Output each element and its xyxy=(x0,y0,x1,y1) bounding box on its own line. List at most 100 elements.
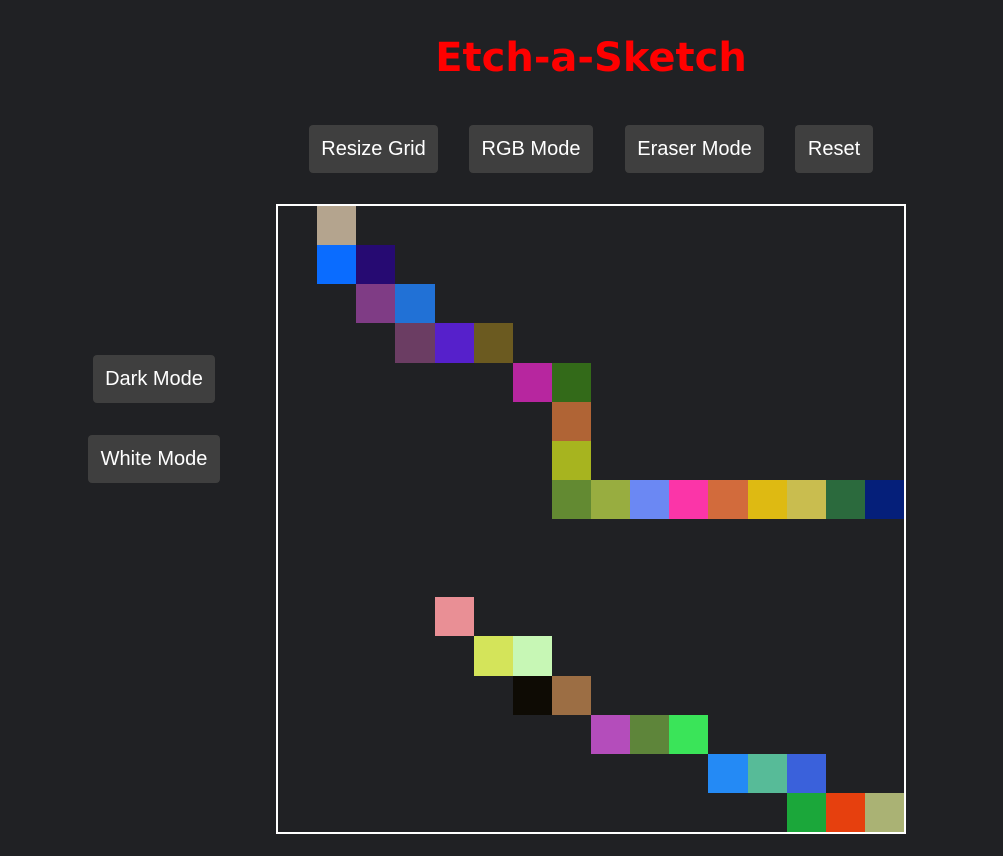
grid-cell[interactable] xyxy=(748,636,787,675)
grid-cell[interactable] xyxy=(317,402,356,441)
grid-cell[interactable] xyxy=(552,323,591,362)
grid-cell[interactable] xyxy=(826,519,865,558)
grid-cell[interactable] xyxy=(512,636,552,676)
grid-cell[interactable] xyxy=(787,597,826,636)
grid-cell[interactable] xyxy=(474,480,513,519)
grid-cell[interactable] xyxy=(356,363,395,402)
grid-cell[interactable] xyxy=(474,363,513,402)
grid-cell[interactable] xyxy=(473,323,513,363)
grid-cell[interactable] xyxy=(669,284,708,323)
grid-cell[interactable] xyxy=(356,323,395,362)
grid-cell[interactable] xyxy=(317,793,356,832)
grid-cell[interactable] xyxy=(435,206,474,245)
grid-cell[interactable] xyxy=(512,675,552,715)
grid-cell[interactable] xyxy=(551,675,591,715)
grid-cell[interactable] xyxy=(748,245,787,284)
grid-cell[interactable] xyxy=(317,754,356,793)
grid-cell[interactable] xyxy=(787,636,826,675)
grid-cell[interactable] xyxy=(591,754,630,793)
grid-cell[interactable] xyxy=(669,519,708,558)
grid-cell[interactable] xyxy=(865,245,904,284)
grid-cell[interactable] xyxy=(787,245,826,284)
grid-cell[interactable] xyxy=(474,402,513,441)
grid-cell[interactable] xyxy=(512,362,552,402)
grid-cell[interactable] xyxy=(748,715,787,754)
grid-cell[interactable] xyxy=(317,206,357,246)
grid-cell[interactable] xyxy=(669,793,708,832)
grid-cell[interactable] xyxy=(865,441,904,480)
grid-cell[interactable] xyxy=(513,323,552,362)
grid-cell[interactable] xyxy=(708,363,747,402)
grid-cell[interactable] xyxy=(708,206,747,245)
grid-cell[interactable] xyxy=(708,245,747,284)
grid-cell[interactable] xyxy=(278,636,317,675)
grid-cell[interactable] xyxy=(748,363,787,402)
grid-cell[interactable] xyxy=(591,323,630,362)
grid-cell[interactable] xyxy=(630,441,669,480)
grid-cell[interactable] xyxy=(825,479,865,519)
grid-cell[interactable] xyxy=(356,519,395,558)
grid-cell[interactable] xyxy=(356,793,395,832)
grid-cell[interactable] xyxy=(513,558,552,597)
grid-cell[interactable] xyxy=(591,519,630,558)
grid-cell[interactable] xyxy=(865,284,904,323)
grid-cell[interactable] xyxy=(513,245,552,284)
grid-cell[interactable] xyxy=(513,206,552,245)
grid-cell[interactable] xyxy=(317,715,356,754)
grid-cell[interactable] xyxy=(708,519,747,558)
grid-cell[interactable] xyxy=(865,519,904,558)
grid-cell[interactable] xyxy=(552,519,591,558)
grid-cell[interactable] xyxy=(552,206,591,245)
grid-cell[interactable] xyxy=(708,558,747,597)
grid-cell[interactable] xyxy=(591,363,630,402)
grid-cell[interactable] xyxy=(748,793,787,832)
grid-cell[interactable] xyxy=(395,558,434,597)
eraser-mode-button[interactable]: Eraser Mode xyxy=(625,125,764,173)
grid-cell[interactable] xyxy=(513,597,552,636)
grid-cell[interactable] xyxy=(826,558,865,597)
grid-cell[interactable] xyxy=(395,715,434,754)
grid-cell[interactable] xyxy=(317,597,356,636)
grid-cell[interactable] xyxy=(551,440,591,480)
grid-cell[interactable] xyxy=(669,206,708,245)
grid-cell[interactable] xyxy=(356,480,395,519)
grid-cell[interactable] xyxy=(434,597,474,637)
grid-cell[interactable] xyxy=(748,441,787,480)
grid-cell[interactable] xyxy=(395,323,435,363)
grid-cell[interactable] xyxy=(630,519,669,558)
grid-cell[interactable] xyxy=(708,284,747,323)
grid-cell[interactable] xyxy=(826,441,865,480)
grid-cell[interactable] xyxy=(591,597,630,636)
grid-cell[interactable] xyxy=(474,284,513,323)
grid-cell[interactable] xyxy=(787,323,826,362)
grid-cell[interactable] xyxy=(708,441,747,480)
grid-cell[interactable] xyxy=(278,558,317,597)
grid-cell[interactable] xyxy=(708,323,747,362)
grid-cell[interactable] xyxy=(591,441,630,480)
grid-cell[interactable] xyxy=(474,715,513,754)
grid-cell[interactable] xyxy=(630,636,669,675)
grid-cell[interactable] xyxy=(435,363,474,402)
grid-cell[interactable] xyxy=(435,245,474,284)
grid-cell[interactable] xyxy=(787,676,826,715)
grid-cell[interactable] xyxy=(317,245,357,285)
grid-cell[interactable] xyxy=(865,206,904,245)
grid-cell[interactable] xyxy=(669,636,708,675)
grid-cell[interactable] xyxy=(865,402,904,441)
grid-cell[interactable] xyxy=(787,441,826,480)
grid-cell[interactable] xyxy=(591,558,630,597)
grid-cell[interactable] xyxy=(591,402,630,441)
grid-cell[interactable] xyxy=(474,245,513,284)
grid-cell[interactable] xyxy=(317,519,356,558)
grid-cell[interactable] xyxy=(551,401,591,441)
grid-cell[interactable] xyxy=(630,597,669,636)
grid-cell[interactable] xyxy=(708,636,747,675)
grid-cell[interactable] xyxy=(317,284,356,323)
grid-cell[interactable] xyxy=(474,793,513,832)
grid-cell[interactable] xyxy=(356,206,395,245)
grid-cell[interactable] xyxy=(513,793,552,832)
grid-cell[interactable] xyxy=(474,754,513,793)
grid-cell[interactable] xyxy=(591,793,630,832)
grid-cell[interactable] xyxy=(591,479,631,519)
grid-cell[interactable] xyxy=(356,245,396,285)
